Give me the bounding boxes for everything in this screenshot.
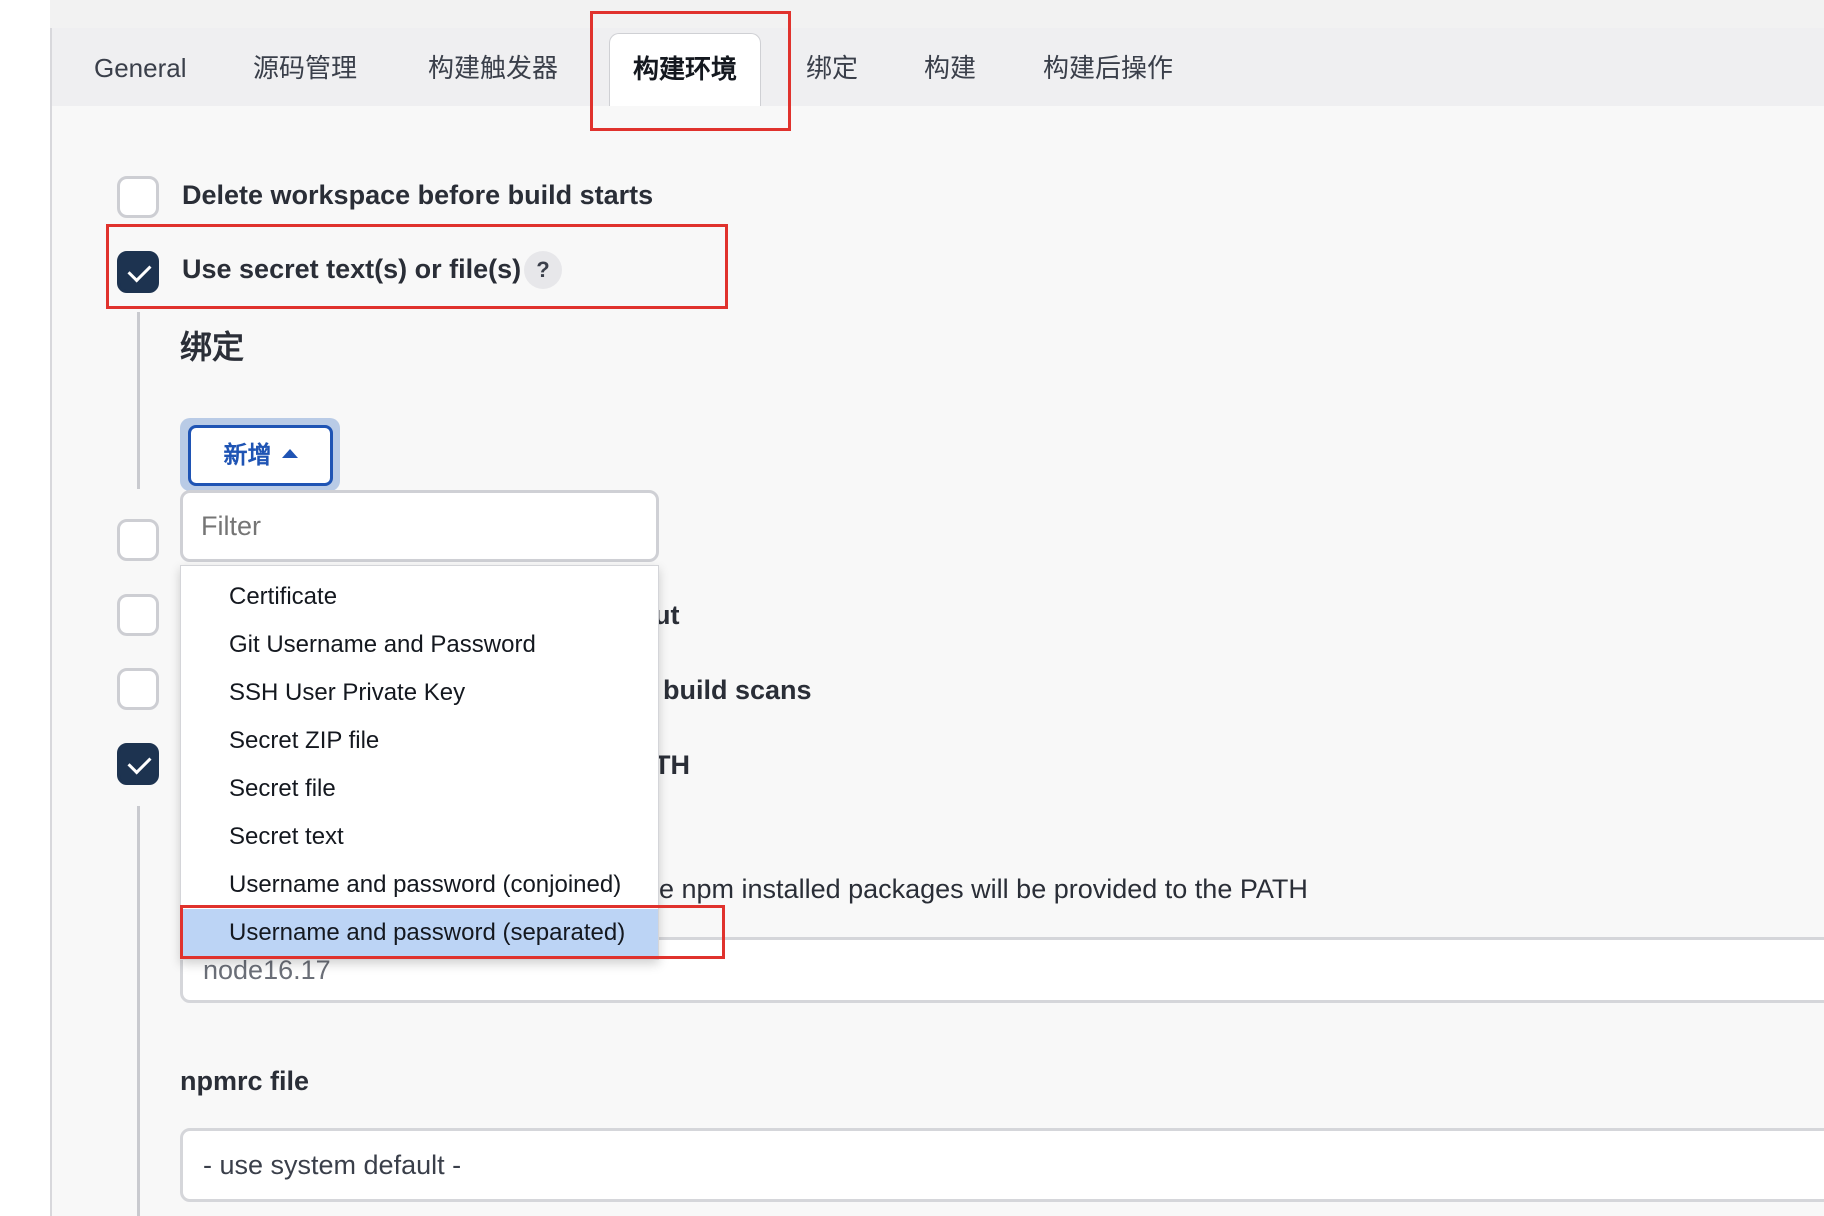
menu-item-ssh-private-key[interactable]: SSH User Private Key (181, 669, 658, 717)
binding-type-menu: Certificate Git Username and Password SS… (180, 565, 659, 960)
npmrc-label: npmrc file (180, 1066, 310, 1096)
menu-item-secret-text[interactable]: Secret text (181, 813, 658, 861)
tab-general[interactable]: General (94, 46, 187, 90)
menu-item-secret-zip-file[interactable]: Secret ZIP file (181, 717, 658, 765)
add-button-label: 新增 (223, 442, 272, 469)
npmrc-value: - use system default - (203, 1150, 462, 1180)
section-guide-line (137, 312, 140, 489)
tab-source-management[interactable]: 源码管理 (253, 46, 357, 90)
caret-up-icon (281, 449, 298, 459)
option-label-d-tail: TH (654, 750, 690, 780)
use-secret-checkbox[interactable] (117, 251, 159, 293)
delete-workspace-label: Delete workspace before build starts (182, 180, 654, 210)
filter-input[interactable] (180, 490, 659, 562)
tab-build-triggers[interactable]: 构建触发器 (428, 46, 558, 90)
menu-item-username-password-conjoined[interactable]: Username and password (conjoined) (181, 861, 658, 909)
tab-bindings[interactable]: 绑定 (806, 46, 858, 90)
npmrc-select[interactable]: - use system default - (180, 1128, 1824, 1202)
tab-post-build-actions[interactable]: 构建后操作 (1043, 46, 1173, 90)
menu-item-username-password-separated[interactable]: Username and password (separated) (181, 909, 658, 957)
delete-workspace-checkbox[interactable] (117, 176, 159, 218)
option-checkbox-c[interactable] (117, 668, 159, 710)
option-label-c-tail: build scans (663, 675, 812, 705)
add-binding-button[interactable]: 新增 (188, 425, 333, 486)
node-section-guide-line (137, 806, 140, 1216)
node-description-tail: re npm installed packages will be provid… (650, 874, 1308, 904)
tab-build[interactable]: 构建 (924, 46, 976, 90)
bindings-title: 绑定 (180, 329, 245, 365)
menu-item-git-username-password[interactable]: Git Username and Password (181, 621, 658, 669)
option-checkbox-a[interactable] (117, 519, 159, 561)
help-icon[interactable]: ? (524, 251, 562, 289)
menu-item-secret-file[interactable]: Secret file (181, 765, 658, 813)
use-secret-label: Use secret text(s) or file(s) (182, 254, 522, 284)
provide-node-checkbox[interactable] (117, 743, 159, 785)
tab-build-environment[interactable]: 构建环境 (609, 33, 761, 106)
menu-item-certificate[interactable]: Certificate (181, 573, 658, 621)
top-strip (0, 0, 1824, 28)
left-rail (0, 0, 50, 1216)
option-checkbox-b[interactable] (117, 594, 159, 636)
